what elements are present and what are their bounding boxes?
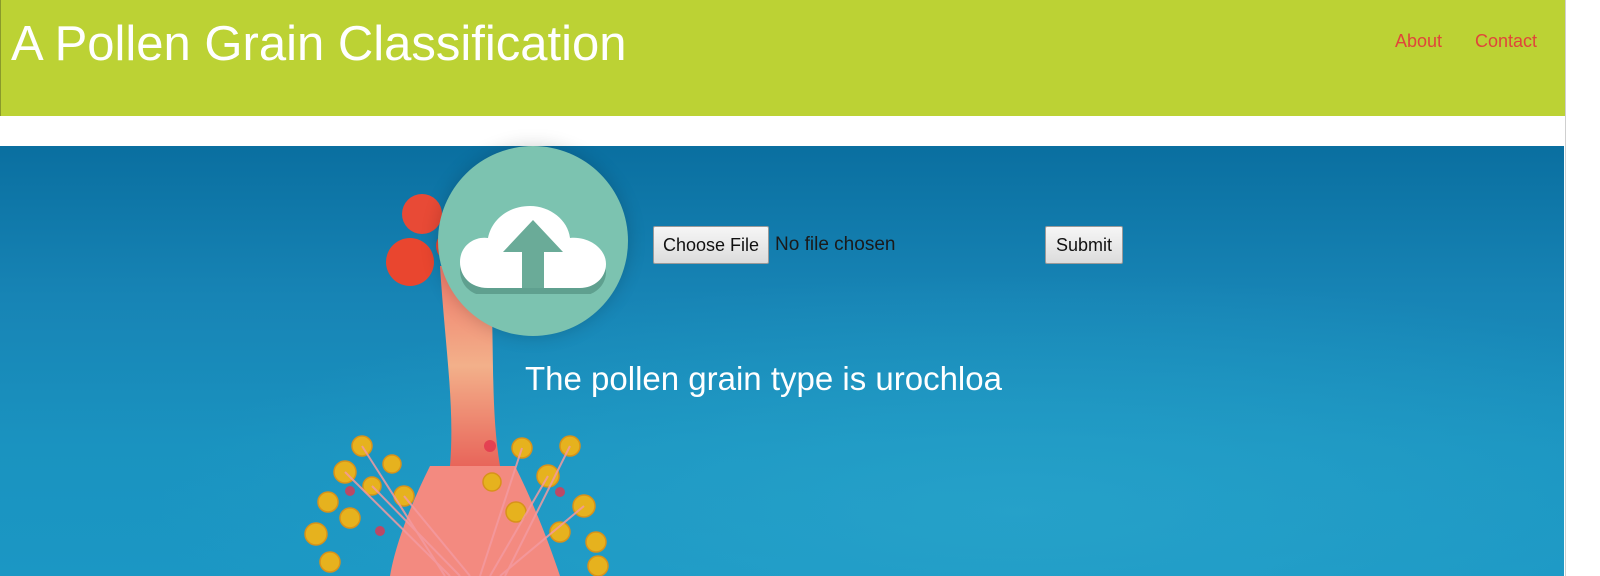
- page-scroll-gutter: [1565, 0, 1600, 576]
- submit-button[interactable]: Submit: [1045, 226, 1124, 264]
- site-title: A Pollen Grain Classification: [11, 17, 627, 71]
- upload-icon-circle[interactable]: [438, 146, 628, 336]
- file-input[interactable]: Choose File No file chosen: [653, 226, 895, 264]
- file-status-text: No file chosen: [775, 234, 896, 255]
- classification-result: The pollen grain type is urochloa: [525, 360, 1002, 397]
- page: A Pollen Grain Classification About Cont…: [0, 0, 1600, 576]
- nav-link-about[interactable]: About: [1395, 31, 1442, 52]
- site-header: A Pollen Grain Classification About Cont…: [0, 0, 1565, 116]
- choose-file-button[interactable]: Choose File: [653, 226, 770, 264]
- nav-link-contact[interactable]: Contact: [1475, 31, 1537, 52]
- cloud-upload-icon: [460, 206, 606, 294]
